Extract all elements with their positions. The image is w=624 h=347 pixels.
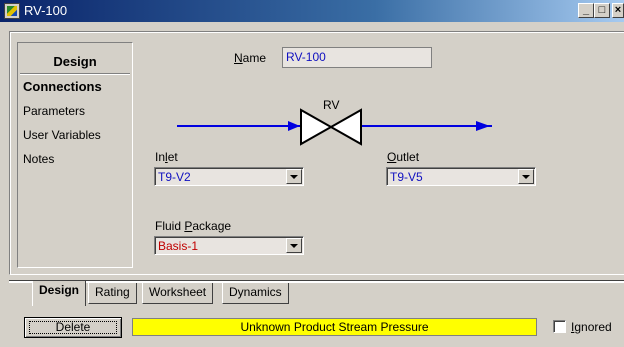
outlet-arrow-icon <box>476 121 490 131</box>
valve-right-triangle <box>328 108 362 146</box>
fluid-package-value: Basis-1 <box>158 239 199 253</box>
section-nav-list: Design Connections Parameters User Varia… <box>17 42 133 268</box>
close-button[interactable]: × <box>612 3 624 18</box>
name-label: Name <box>234 51 267 65</box>
outlet-dropdown[interactable]: T9-V5 <box>386 167 536 186</box>
nav-item-user-variables[interactable]: User Variables <box>23 128 101 142</box>
outlet-value: T9-V5 <box>390 170 423 184</box>
nav-divider <box>20 73 130 75</box>
tab-worksheet[interactable]: Worksheet <box>142 283 214 304</box>
valve-left-triangle <box>300 108 334 146</box>
valve-app-icon[interactable] <box>4 3 20 19</box>
name-input[interactable]: RV-100 <box>282 47 432 68</box>
nav-item-connections[interactable]: Connections <box>23 79 102 94</box>
valve-label: RV <box>323 98 339 112</box>
inlet-value: T9-V2 <box>158 170 191 184</box>
fluid-package-label: Fluid Package <box>155 219 232 233</box>
delete-button[interactable]: Delete <box>24 317 122 338</box>
chevron-down-icon[interactable] <box>286 169 302 184</box>
inlet-arrow-icon <box>288 121 300 131</box>
ignored-label[interactable]: Ignored <box>571 320 612 334</box>
tab-dynamics[interactable]: Dynamics <box>222 283 289 304</box>
inlet-label: Inlet <box>155 150 178 164</box>
nav-item-parameters[interactable]: Parameters <box>23 104 85 118</box>
ignored-checkbox[interactable] <box>553 320 566 333</box>
minimize-button[interactable]: _ <box>578 3 594 18</box>
chevron-down-icon[interactable] <box>518 169 534 184</box>
tab-design[interactable]: Design <box>32 281 87 306</box>
status-message: Unknown Product Stream Pressure <box>132 318 537 336</box>
maximize-button[interactable]: □ <box>594 3 610 18</box>
outlet-label: Outlet <box>387 150 420 164</box>
chevron-down-icon[interactable] <box>286 238 302 253</box>
nav-item-notes[interactable]: Notes <box>23 152 54 166</box>
valve-flow-diagram: RV <box>177 98 492 146</box>
fluid-package-dropdown[interactable]: Basis-1 <box>154 236 304 255</box>
nav-heading: Design <box>53 54 97 69</box>
inlet-dropdown[interactable]: T9-V2 <box>154 167 304 186</box>
title-bar[interactable]: RV-100 _ □ × <box>0 0 624 22</box>
tab-rating[interactable]: Rating <box>88 283 137 304</box>
window-title: RV-100 <box>24 3 68 18</box>
